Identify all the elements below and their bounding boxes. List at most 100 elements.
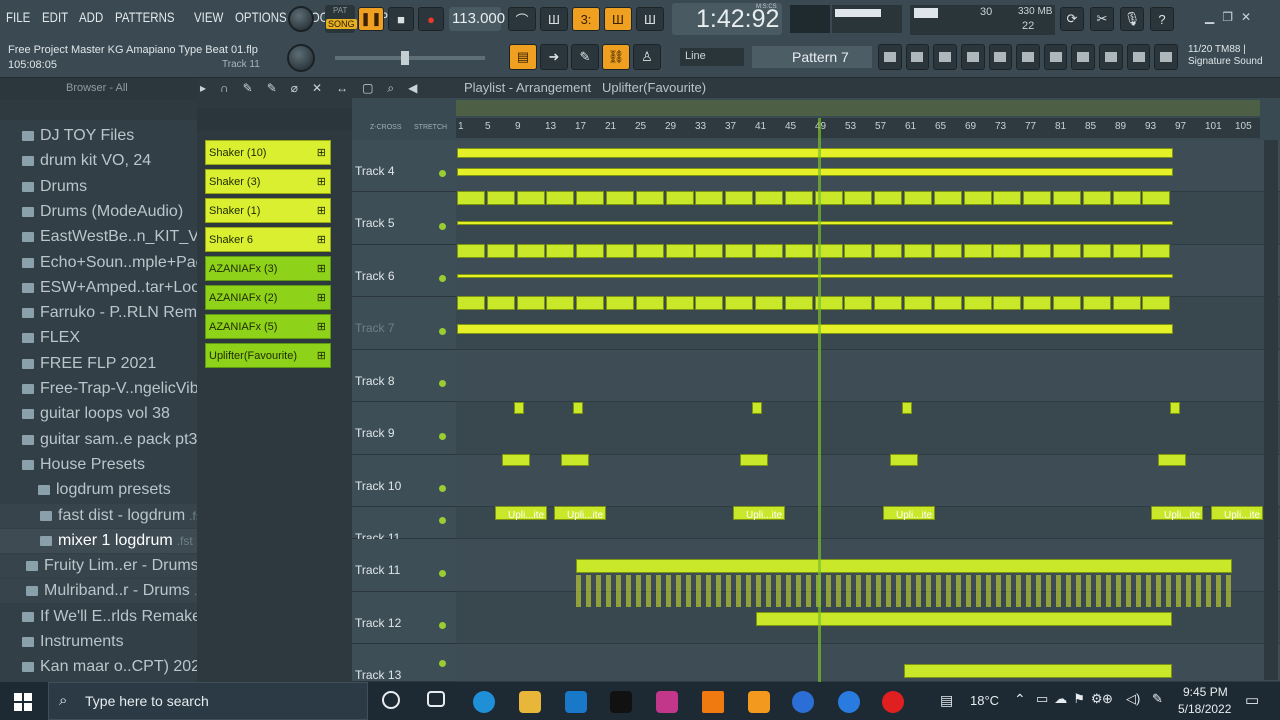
mute-led-icon[interactable]	[439, 517, 446, 524]
shaker-pattern-clip[interactable]	[904, 191, 932, 205]
menu-item-options[interactable]: OPTIONS	[235, 9, 287, 25]
shaker-pattern-clip[interactable]	[725, 244, 754, 258]
task-view-icon[interactable]	[427, 691, 445, 707]
shaker-pattern-clip[interactable]	[844, 244, 873, 258]
mute-led-icon[interactable]	[439, 328, 446, 335]
plug-button[interactable]	[1071, 44, 1096, 70]
track-header[interactable]: Track 8	[352, 350, 456, 402]
cortana-icon[interactable]	[382, 691, 400, 709]
close-icon[interactable]: ✕	[1241, 10, 1251, 28]
azania-pattern-clip[interactable]	[1023, 296, 1052, 310]
shaker-pattern-clip[interactable]	[606, 191, 634, 205]
azania-pattern-clip[interactable]	[546, 296, 575, 310]
countdown-button[interactable]: 3:	[572, 7, 600, 31]
mute-led-icon[interactable]	[439, 170, 446, 177]
shaker-pattern-clip[interactable]	[516, 244, 545, 258]
azania-pattern-clip[interactable]	[486, 296, 515, 310]
app-icon[interactable]	[792, 691, 814, 713]
shaker-pattern-clip[interactable]	[695, 244, 724, 258]
track-header[interactable]: Track 5	[352, 192, 456, 245]
vlc-icon[interactable]	[702, 691, 724, 713]
channel-6[interactable]: AZANIAFx (2) ⊞	[205, 285, 331, 310]
uplifter-clip[interactable]: Upli...ite	[495, 506, 547, 521]
tray-chevron-icon[interactable]: ⌃	[1014, 691, 1026, 708]
shaker-pattern-clip[interactable]	[516, 191, 545, 205]
azania-pattern-clip[interactable]	[516, 296, 545, 310]
azania-pattern-clip[interactable]	[874, 296, 903, 310]
channel-3[interactable]: Shaker (1) ⊞	[205, 198, 331, 223]
browser-folder[interactable]: FREE FLP 2021	[0, 352, 197, 376]
azania-pattern-clip[interactable]	[1142, 296, 1171, 310]
shaker-pattern-clip[interactable]	[784, 191, 813, 205]
pen-icon[interactable]: ✎	[1152, 691, 1163, 707]
tiktok-icon[interactable]	[610, 691, 632, 713]
azania-pattern-clip[interactable]	[993, 296, 1022, 310]
browser-folder[interactable]: Instruments	[0, 630, 197, 654]
shaker-pattern-clip[interactable]	[1053, 191, 1081, 205]
shaker-clip[interactable]	[457, 168, 1173, 176]
track-header[interactable]: Track 11	[352, 539, 456, 592]
metronome-button[interactable]: ⌒	[508, 7, 536, 31]
clock-time[interactable]: 9:45 PM	[1183, 685, 1228, 699]
mute-led-icon[interactable]	[439, 660, 446, 667]
shaker-pattern-clip[interactable]	[1023, 191, 1052, 205]
track13-clip[interactable]	[904, 664, 1172, 678]
browser-folder[interactable]: drum kit VO, 24	[0, 149, 197, 173]
shaker-pattern-clip[interactable]	[874, 191, 903, 205]
shaker-pattern-clip[interactable]	[576, 244, 605, 258]
tools-button[interactable]: ✂	[1090, 7, 1114, 31]
uplifter-head-clip[interactable]	[561, 454, 589, 466]
news-panel[interactable]: 11/20 TM88 | Signature Sound	[1188, 44, 1280, 74]
shaker-pattern-clip[interactable]	[933, 244, 962, 258]
mail-icon[interactable]	[565, 691, 587, 713]
browser-folder[interactable]: guitar loops vol 38	[0, 402, 197, 426]
menu-item-edit[interactable]: EDIT	[42, 9, 68, 25]
shaker-clip[interactable]	[457, 274, 1173, 278]
pattern-selector[interactable]: Pattern 7	[752, 46, 872, 68]
mute-led-icon[interactable]	[439, 223, 446, 230]
browser-folder[interactable]: Farruko - P..RLN Remix)	[0, 301, 197, 325]
shaker-pattern-clip[interactable]	[755, 191, 783, 205]
shaker-pattern-clip[interactable]	[993, 244, 1022, 258]
uplifter-clip[interactable]: Upli...ite	[1151, 506, 1203, 521]
azania-pattern-clip[interactable]	[844, 296, 873, 310]
channel-2[interactable]: Shaker (3) ⊞	[205, 169, 331, 194]
uplifter-head-clip[interactable]	[890, 454, 918, 466]
browser-button[interactable]	[960, 44, 985, 70]
shaker-pattern-clip[interactable]	[665, 244, 694, 258]
shaker-pattern-clip[interactable]	[635, 244, 664, 258]
stretch-label[interactable]: STRETCH	[414, 124, 447, 131]
azania-clip[interactable]	[457, 324, 1173, 334]
shaker-pattern-clip[interactable]	[457, 191, 485, 205]
slip-icon[interactable]: ↔	[336, 81, 348, 97]
azania-pattern-clip[interactable]	[457, 296, 485, 310]
track-header[interactable]: Track 6	[352, 245, 456, 297]
uplifter-head-clip[interactable]	[514, 402, 524, 414]
shaker-pattern-clip[interactable]	[1082, 191, 1111, 205]
shaker-pattern-clip[interactable]	[1112, 244, 1141, 258]
azania-pattern-clip[interactable]	[1112, 296, 1141, 310]
help-button[interactable]: ?	[1150, 7, 1174, 31]
pitch-button[interactable]	[1126, 44, 1151, 70]
azania-pattern-clip[interactable]	[963, 296, 992, 310]
logdrum-clip[interactable]	[576, 559, 1232, 573]
link-button[interactable]: ⛓	[602, 44, 630, 70]
menu-item-patterns[interactable]: PATTERNS	[115, 9, 175, 25]
master-volume-knob[interactable]	[288, 6, 314, 32]
azania-pattern-clip[interactable]	[695, 296, 724, 310]
shaker-pattern-clip[interactable]	[784, 244, 813, 258]
browser-folder[interactable]: logdrum presets	[0, 478, 197, 502]
track-header[interactable]: Track 4	[352, 140, 456, 192]
browser-folder[interactable]: House Presets	[0, 453, 197, 477]
temperature[interactable]: 18°C	[970, 693, 999, 708]
mute-led-icon[interactable]	[439, 570, 446, 577]
menu-item-add[interactable]: ADD	[79, 9, 103, 25]
refresh-button[interactable]: ⟳	[1060, 7, 1084, 31]
shaker-clip[interactable]	[457, 148, 1173, 158]
clock-date[interactable]: 5/18/2022	[1178, 702, 1231, 716]
paint-icon[interactable]: ✎	[267, 81, 277, 97]
track-header[interactable]: Track 10	[352, 455, 456, 507]
loop-record-button[interactable]: Ш	[636, 7, 664, 31]
uplifter-clip[interactable]: Upli...ite	[733, 506, 785, 521]
network-icon[interactable]: ⊕	[1102, 691, 1113, 707]
